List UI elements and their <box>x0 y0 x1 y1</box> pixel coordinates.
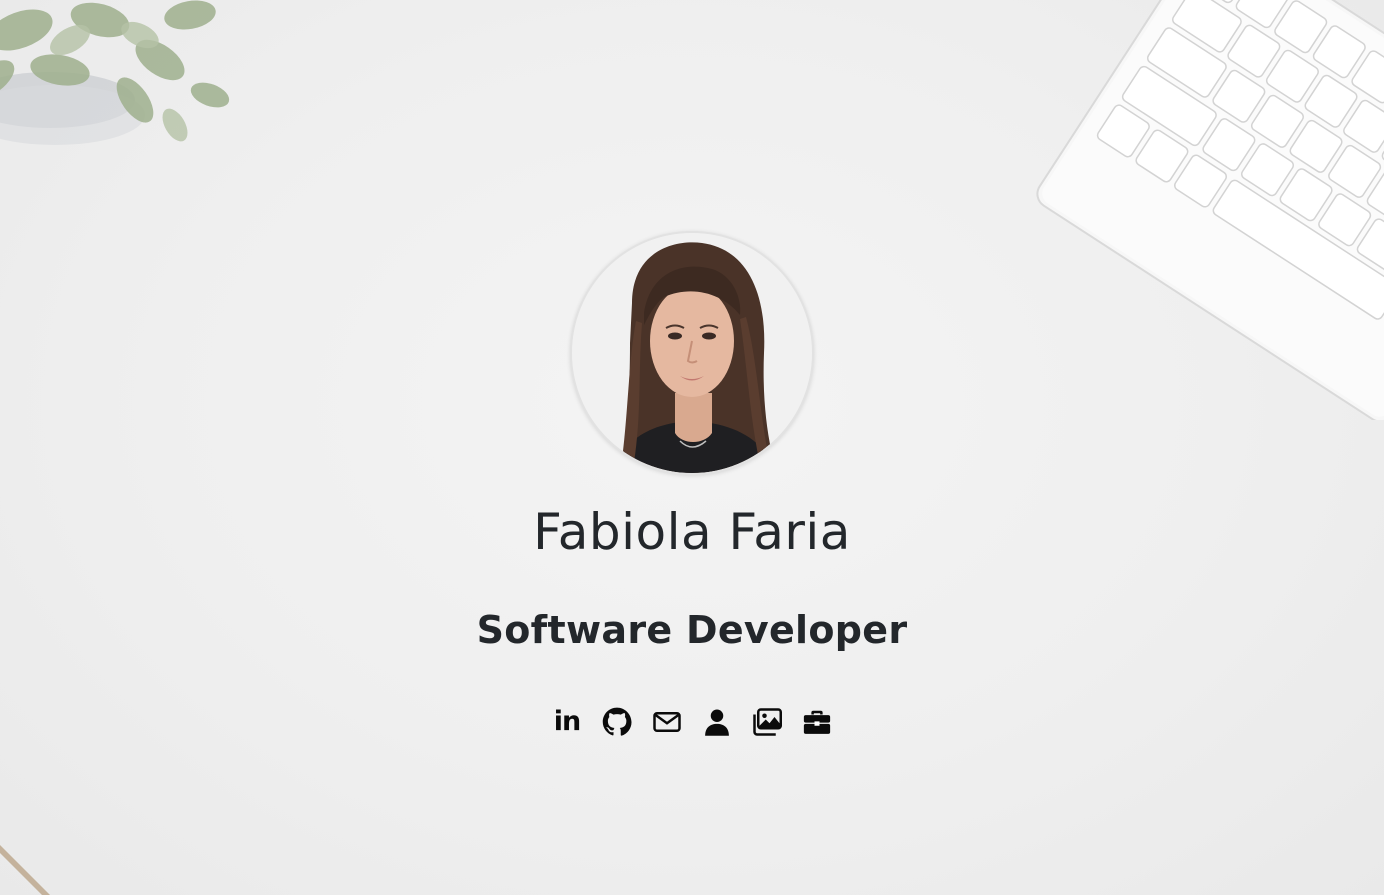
social-links: in <box>552 707 832 737</box>
profile-photo <box>570 231 814 475</box>
email-icon <box>653 711 681 732</box>
profile-name: Fabiola Faria <box>533 503 851 561</box>
linkedin-icon: in <box>553 706 582 738</box>
desk-corner-decoration <box>0 845 50 895</box>
portrait-illustration <box>572 233 812 473</box>
github-link[interactable] <box>602 707 632 737</box>
about-link[interactable] <box>702 707 732 737</box>
gallery-icon <box>753 708 782 736</box>
github-icon <box>602 707 632 736</box>
portfolio-link[interactable] <box>802 707 832 737</box>
user-icon <box>705 709 729 736</box>
gallery-link[interactable] <box>752 707 782 737</box>
plant-decoration <box>0 0 230 145</box>
profile-title: Software Developer <box>476 607 908 652</box>
linkedin-link[interactable]: in <box>552 707 582 737</box>
email-link[interactable] <box>652 707 682 737</box>
briefcase-icon <box>803 710 831 734</box>
profile-section: Fabiola Faria Software Developer in <box>0 231 1384 737</box>
